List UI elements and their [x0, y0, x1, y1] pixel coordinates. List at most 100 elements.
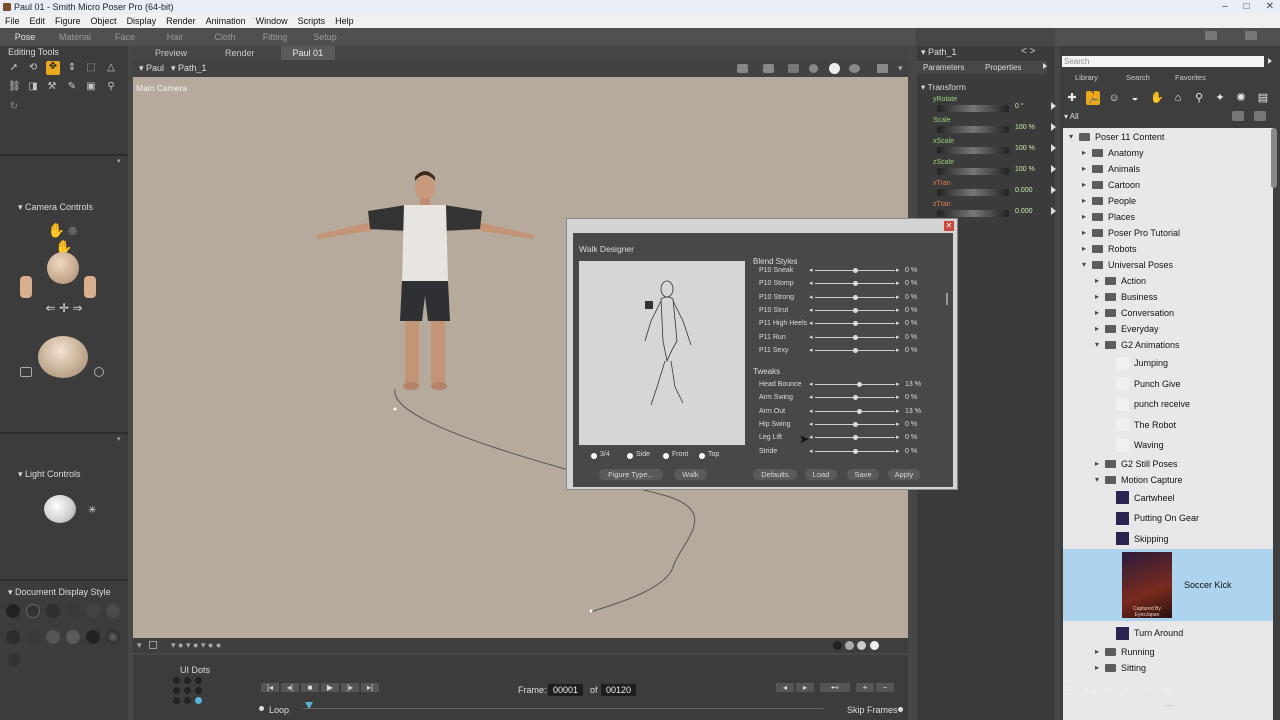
tab-properties[interactable]: Properties	[985, 63, 1021, 72]
menu-window[interactable]: Window	[256, 14, 288, 28]
walk-preview[interactable]	[579, 261, 745, 445]
param-xscale[interactable]: xScale 100 %	[931, 138, 1056, 159]
render-camera-icon[interactable]	[737, 64, 748, 73]
flat-shaded-style-icon[interactable]	[106, 604, 120, 618]
wireframe-style-icon[interactable]	[46, 604, 60, 618]
ui-dot[interactable]	[184, 697, 191, 704]
tree-item-selected[interactable]: Captured By EyesJapan Soccer Kick	[1063, 549, 1273, 621]
tab-parameters[interactable]: Parameters	[923, 63, 964, 72]
preview-style-icon[interactable]	[106, 630, 120, 644]
expressions-category-icon[interactable]: ☺	[1107, 91, 1121, 105]
slider-knob[interactable]	[853, 448, 858, 454]
slider-right-arrow-icon[interactable]: ▸	[896, 318, 900, 330]
expand-icon[interactable]: ▸	[1082, 225, 1086, 241]
slider-knob[interactable]	[857, 408, 862, 414]
expand-icon[interactable]: ▸	[1095, 273, 1099, 289]
move-up-tool-icon[interactable]: ⇕	[66, 62, 78, 74]
actor-select-dropdown[interactable]: ▾ Path_1	[171, 60, 207, 77]
slider-left-arrow-icon[interactable]: ◂	[809, 345, 813, 357]
slider-right-arrow-icon[interactable]: ▸	[896, 379, 900, 391]
fly-around-icon[interactable]	[94, 367, 104, 377]
tree-item[interactable]: Waving	[1063, 435, 1273, 456]
tree-folder[interactable]: ▸ Everyday	[1063, 321, 1273, 337]
save-button[interactable]: Save	[847, 469, 879, 480]
tab-pose[interactable]: Pose	[0, 32, 50, 42]
taper-tool-icon[interactable]: △	[105, 62, 117, 74]
outline-style-icon[interactable]	[26, 604, 40, 618]
timeline-track[interactable]	[303, 708, 823, 709]
slider-left-arrow-icon[interactable]: ◂	[809, 305, 813, 317]
menu-animation[interactable]: Animation	[206, 14, 246, 28]
tab-render[interactable]: Render	[213, 46, 267, 60]
tree-folder[interactable]: ▸ Business	[1063, 289, 1273, 305]
next-key-button[interactable]: |▸	[341, 683, 359, 692]
light-sphere-icon[interactable]	[44, 495, 76, 523]
dropdown-icon[interactable]: ▾ ● ▾ ● ▾ ● ●	[171, 640, 221, 651]
slider-right-arrow-icon[interactable]: ▸	[896, 265, 900, 277]
camera-hands-icon[interactable]: ✋☻✋	[40, 222, 88, 255]
slider-right-arrow-icon[interactable]: ▸	[896, 406, 900, 418]
slider-row[interactable]: Arm Out ◂ ▸ 13 %	[759, 406, 929, 418]
slider-knob[interactable]	[853, 435, 858, 441]
menu-render[interactable]: Render	[166, 14, 196, 28]
slider-knob[interactable]	[853, 347, 858, 353]
add-to-scene-icon[interactable]: ⊡	[1064, 684, 1073, 697]
slider-left-arrow-icon[interactable]: ◂	[809, 332, 813, 344]
slider-left-arrow-icon[interactable]: ◂	[809, 265, 813, 277]
tree-folder[interactable]: ▸ G2 Still Poses	[1063, 456, 1273, 472]
tab-preview[interactable]: Preview	[143, 46, 199, 60]
ui-dot[interactable]	[195, 687, 202, 694]
scale-tool-icon[interactable]: ⬚	[85, 62, 97, 74]
chat-icon[interactable]	[1205, 31, 1217, 40]
frame-input[interactable]: 00001	[548, 684, 583, 696]
flat-lined-style-icon[interactable]	[6, 630, 20, 644]
slider-left-arrow-icon[interactable]: ◂	[809, 278, 813, 290]
last-frame-button[interactable]: ▸|	[361, 683, 379, 692]
figure-select-dropdown[interactable]: ▾ Paul	[139, 60, 164, 77]
translate-tool-icon[interactable]: ✥	[46, 61, 60, 75]
view-side-radio[interactable]	[627, 453, 633, 459]
param-arrow-icon[interactable]	[1051, 144, 1056, 152]
slider-row[interactable]: Leg Lift ◂ ▸ 0 %	[759, 432, 929, 444]
tree-scrollbar[interactable]	[1271, 128, 1277, 188]
prev-next-actor-icon[interactable]: < >	[1021, 46, 1035, 57]
library-menu-icon[interactable]	[1268, 58, 1272, 64]
dialog-close-icon[interactable]: ✕	[944, 221, 954, 231]
params-menu-icon[interactable]	[1043, 63, 1047, 69]
param-value[interactable]: 0.000	[1015, 187, 1033, 194]
hands-category-icon[interactable]: ✋	[1150, 91, 1164, 105]
cameras-category-icon[interactable]: ✦	[1213, 91, 1227, 105]
camera-move-icon[interactable]: ⇐ ✛ ⇒	[30, 301, 98, 315]
tree-item[interactable]: Putting On Gear	[1063, 508, 1273, 529]
tab-favorites[interactable]: Favorites	[1175, 73, 1206, 82]
tab-cloth[interactable]: Cloth	[200, 32, 250, 42]
slider-left-arrow-icon[interactable]: ◂	[809, 406, 813, 418]
param-yrotate[interactable]: yRotate 0 °	[931, 96, 1056, 117]
figures-category-icon[interactable]: ✚	[1065, 91, 1079, 105]
scenes-category-icon[interactable]: ▤	[1256, 91, 1270, 105]
param-value[interactable]: 0.000	[1015, 208, 1033, 215]
slider-left-arrow-icon[interactable]: ◂	[809, 292, 813, 304]
slider-track[interactable]	[815, 384, 895, 385]
slider-row[interactable]: P11 Sexy ◂ ▸ 0 %	[759, 345, 929, 357]
tree-item[interactable]: punch receive	[1063, 394, 1273, 415]
view-front-radio[interactable]	[663, 453, 669, 459]
tab-material[interactable]: Material	[50, 32, 100, 42]
tree-folder[interactable]: ▸ Robots	[1063, 241, 1273, 257]
ui-dot[interactable]	[173, 687, 180, 694]
bottom-menu-icon[interactable]: ▾	[137, 640, 142, 651]
tree-folder[interactable]: ▸ Cartoon	[1063, 177, 1273, 193]
slider-row[interactable]: Arm Swing ◂ ▸ 0 %	[759, 392, 929, 404]
slider-right-arrow-icon[interactable]: ▸	[896, 332, 900, 344]
slider-row[interactable]: P11 High Heels ◂ ▸ 0 %	[759, 318, 929, 330]
slider-right-arrow-icon[interactable]: ▸	[896, 278, 900, 290]
slider-knob[interactable]	[853, 294, 858, 300]
param-dial[interactable]	[937, 126, 1009, 133]
params-actor-title[interactable]: ▾ Path_1	[921, 47, 957, 58]
menu-file[interactable]: File	[5, 14, 20, 28]
param-arrow-icon[interactable]	[1051, 102, 1056, 110]
view-top-radio[interactable]	[699, 453, 705, 459]
remove-icon[interactable]: −	[1143, 684, 1149, 696]
param-value[interactable]: 100 %	[1015, 166, 1035, 173]
param-xtran[interactable]: xTran 0.000	[931, 180, 1056, 201]
